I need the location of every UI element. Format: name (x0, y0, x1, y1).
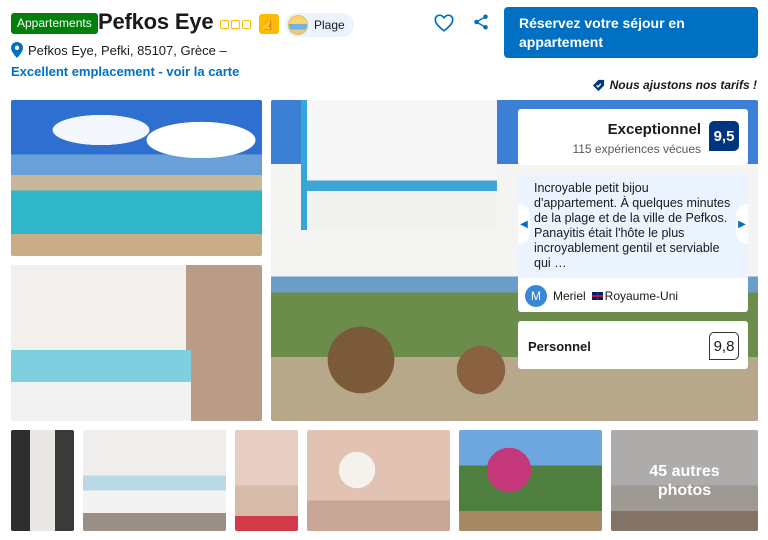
property-title: Pefkos Eye (98, 9, 214, 34)
map-pin-icon (11, 42, 23, 58)
price-tag-icon (592, 79, 604, 91)
more-photos-button[interactable]: 45 autres photos (611, 430, 758, 531)
star-icon (242, 20, 251, 29)
beach-icon (288, 15, 308, 35)
guest-review-card[interactable]: Incroyable petit bijou d'appartement. À … (518, 174, 748, 312)
thumbnail-photo[interactable] (235, 430, 298, 531)
staff-label: Personnel (528, 339, 591, 354)
score-badge: 9,5 (709, 121, 739, 151)
address: Pefkos Eye, Pefki, 85107, Grèce – (11, 42, 227, 58)
beach-badge[interactable]: Plage (285, 13, 354, 37)
star-rating (220, 20, 251, 29)
avatar: M (525, 285, 547, 307)
chevron-right-icon[interactable]: ▶ (736, 204, 748, 244)
price-match-notice[interactable]: Nous ajustons nos tarifs ! (592, 78, 757, 92)
thumbs-up-icon: 👍 (259, 14, 279, 34)
heart-icon[interactable] (433, 12, 455, 34)
chevron-left-icon[interactable]: ◀ (518, 204, 530, 244)
review-score-card[interactable]: Exceptionnel 115 expériences vécues 9,5 (518, 109, 748, 165)
uk-flag-icon (591, 292, 603, 300)
review-text: Incroyable petit bijou d'appartement. À … (518, 174, 748, 278)
location-map-link[interactable]: Excellent emplacement - voir la carte (11, 64, 239, 79)
thumbnail-photo[interactable] (83, 430, 226, 531)
more-photos-count: 45 autres (649, 462, 720, 480)
reviewer: M Meriel Royaume-Uni (525, 285, 678, 307)
bedroom-photo[interactable] (11, 265, 262, 421)
thumbnail-photo[interactable] (307, 430, 450, 531)
star-icon (220, 20, 229, 29)
review-count: 115 expériences vécues (572, 142, 701, 156)
country-name: Royaume-Uni (604, 289, 679, 303)
reviewer-name: Meriel (553, 289, 586, 303)
address-text: Pefkos Eye, Pefki, 85107, Grèce – (28, 42, 227, 58)
reviewer-country: Royaume-Uni (591, 289, 679, 303)
thumbnail-photo[interactable] (459, 430, 602, 531)
beach-label: Plage (314, 18, 345, 32)
property-type-badge: Appartements (11, 13, 98, 34)
thumbnail-photo[interactable] (11, 430, 74, 531)
price-match-text: Nous ajustons nos tarifs ! (609, 78, 757, 92)
pool-photo[interactable] (11, 100, 262, 256)
star-icon (231, 20, 240, 29)
staff-score-badge: 9,8 (709, 332, 739, 360)
reserve-button[interactable]: Réservez votre séjour en appartement (504, 7, 758, 58)
staff-score-card: Personnel 9,8 (518, 321, 748, 369)
share-icon[interactable] (472, 13, 490, 31)
score-word: Exceptionnel (607, 121, 701, 138)
more-photos-label: photos (657, 481, 712, 499)
